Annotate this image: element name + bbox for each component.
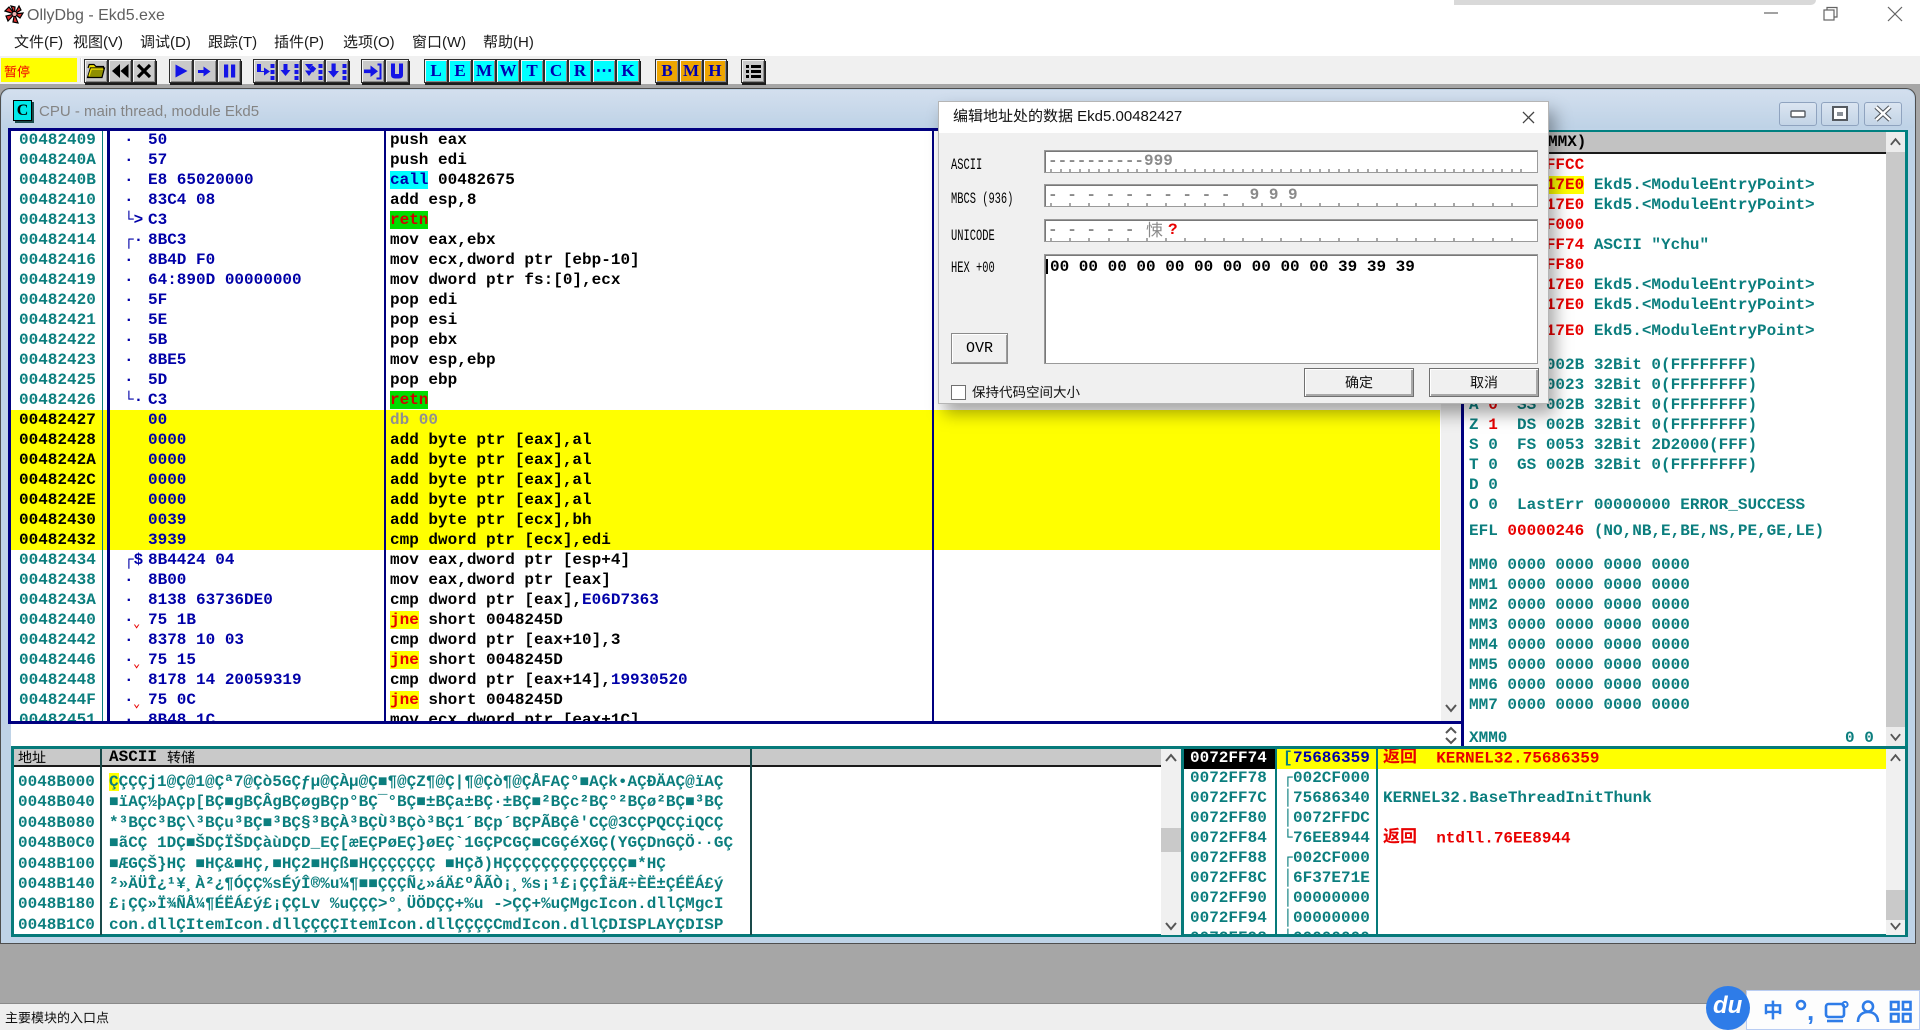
svg-text:,: , — [1807, 998, 1814, 1024]
